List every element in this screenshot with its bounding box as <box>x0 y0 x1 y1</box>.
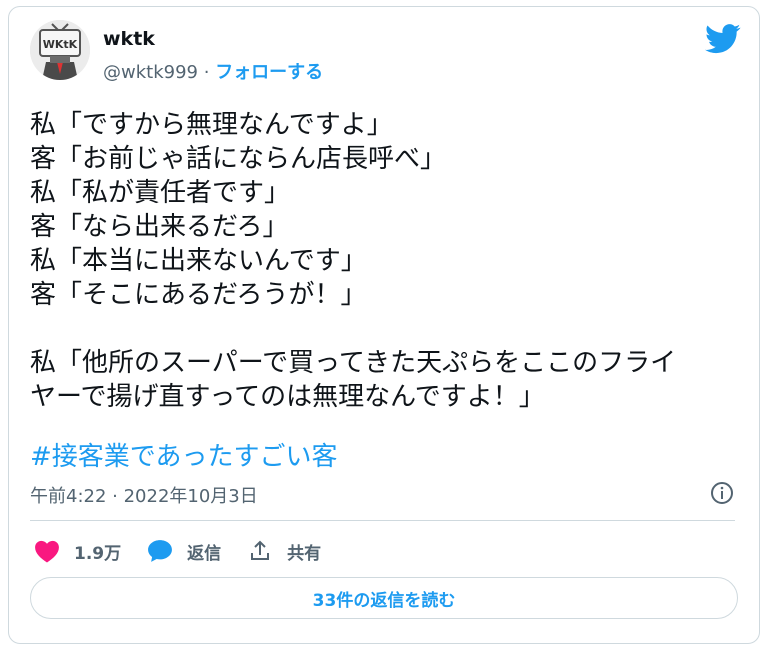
action-bar: 1.9万 返信 共有 <box>34 536 347 566</box>
avatar[interactable]: WKtK <box>30 20 90 80</box>
like-count: 1.9万 <box>74 543 122 564</box>
tweet-line: 客「お前じゃ話にならん店長呼べ」 <box>30 144 447 174</box>
author-handle[interactable]: @wktk999 <box>103 62 198 83</box>
follow-button[interactable]: フォローする <box>215 62 323 83</box>
separator-dot: · <box>203 62 210 83</box>
like-button[interactable]: 1.9万 <box>34 539 121 564</box>
reply-button[interactable]: 返信 <box>147 539 221 564</box>
read-replies-button[interactable]: 33件の返信を読む <box>30 577 738 619</box>
hashtag-link[interactable]: #接客業であったすごい客 <box>30 436 338 473</box>
reply-bubble-icon <box>148 540 173 562</box>
author-handle-row: @wktk999 · フォローする <box>103 58 323 84</box>
tweet-line: ヤーで揚げ直すってのは無理なんですよ！」 <box>30 382 545 412</box>
tweet-line-gap <box>30 312 735 346</box>
tweet-line: 客「なら出来るだろ」 <box>30 212 289 242</box>
share-button[interactable]: 共有 <box>247 539 321 564</box>
tweet-line: 私「他所のスーパーで買ってきた天ぷらをここのフライ <box>30 348 677 378</box>
tweet-line: 私「ですから無理なんですよ」 <box>30 110 393 140</box>
avatar-image: WKtK <box>30 20 90 80</box>
info-icon[interactable] <box>710 481 734 505</box>
tweet-timestamp[interactable]: 午前4:22 · 2022年10月3日 <box>30 482 258 508</box>
divider <box>30 520 735 521</box>
share-label: 共有 <box>287 543 322 564</box>
tweet-text: 私「ですから無理なんですよ」 客「お前じゃ話にならん店長呼べ」 私「私が責任者で… <box>30 108 735 414</box>
twitter-bird-icon[interactable] <box>705 24 741 54</box>
tweet-line: 私「私が責任者です」 <box>30 178 291 208</box>
share-icon <box>251 540 270 560</box>
heart-icon <box>35 540 59 563</box>
reply-label: 返信 <box>187 543 222 564</box>
author-name[interactable]: wktk <box>103 28 155 50</box>
avatar-text: WKtK <box>43 38 78 51</box>
tweet-line: 私「本当に出来ないんです」 <box>30 246 367 276</box>
tweet-line: 客「そこにあるだろうが！」 <box>30 280 367 310</box>
